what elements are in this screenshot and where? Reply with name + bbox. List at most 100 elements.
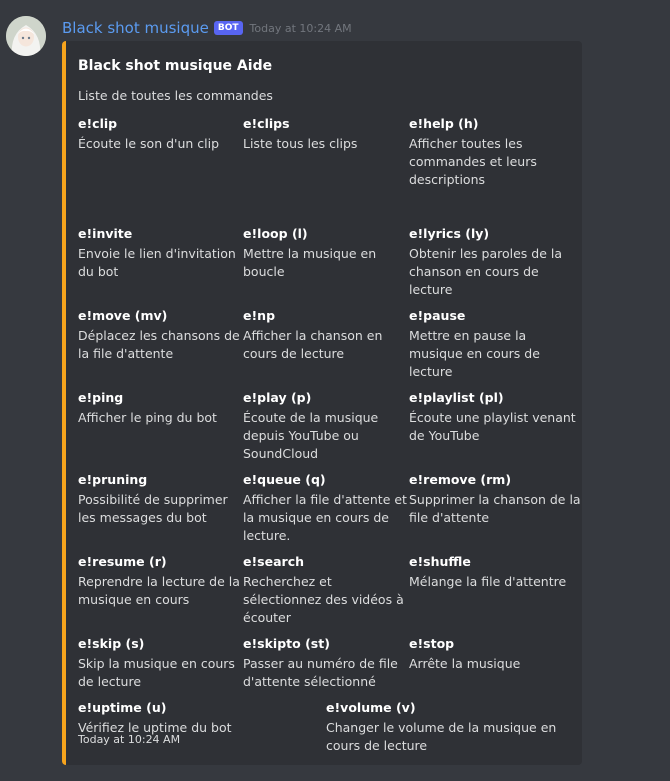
- command-name: e!skip (s): [78, 636, 145, 651]
- command-description: Possibilité de supprimer les messages du …: [78, 491, 236, 527]
- embed-footer-timestamp: Today at 10:24 AM: [78, 733, 181, 746]
- command-description-line: depuis YouTube ou: [243, 428, 359, 443]
- command-field: e!play (p) Écoute de la musique depuis You…: [243, 389, 401, 463]
- command-description: Recherchez et sélectionnez des vidéos à éc…: [243, 573, 404, 627]
- command-description-line: Recherchez et: [243, 574, 332, 589]
- command-description: Afficher la file d'attente et la musique …: [243, 491, 407, 545]
- command-description-line: Mettre en pause la: [409, 328, 527, 343]
- command-field: e!invite Envoie le lien d'invitation du bo…: [78, 225, 236, 281]
- command-name: e!np: [243, 308, 276, 323]
- command-description-line: Écoute le son d'un clip: [78, 136, 220, 151]
- command-name: e!invite: [78, 226, 133, 241]
- command-description-line: lecture.: [243, 528, 291, 543]
- command-description-line: les messages du bot: [78, 510, 207, 525]
- command-description-line: Envoie le lien d'invitation: [78, 246, 236, 261]
- command-description-line: Changer le volume de la musique en: [326, 720, 557, 735]
- username[interactable]: Black shot musique: [62, 19, 209, 37]
- command-field: e!skip (s) Skip la musique en cours de lec…: [78, 635, 236, 691]
- command-description: Afficher la chanson en cours de lecture: [243, 327, 401, 363]
- command-description-line: Passer au numéro de file: [243, 656, 398, 671]
- command-name: e!resume (r): [78, 554, 167, 569]
- command-field: e!move (mv) Déplacez les chansons de la fi…: [78, 307, 240, 363]
- command-description-line: file d'attente: [409, 510, 490, 525]
- command-description-line: Supprimer la chanson de la: [409, 492, 581, 507]
- command-name: e!loop (l): [243, 226, 308, 241]
- command-field: e!resume (r) Reprendre la lecture de la mu…: [78, 553, 240, 609]
- command-description: Mélange la file d'attentre: [409, 573, 567, 591]
- help-embed: Black shot musique Aide Liste de toutes …: [62, 41, 582, 765]
- avatar-image: [6, 16, 46, 56]
- command-description: Afficher le ping du bot: [78, 409, 236, 427]
- command-description-line: musique en cours de: [409, 346, 540, 361]
- command-description: Mettre la musique en boucle: [243, 245, 401, 281]
- command-name: e!skipto (st): [243, 636, 330, 651]
- command-description-line: descriptions: [409, 172, 486, 187]
- command-description-line: Arrête la musique: [409, 656, 521, 671]
- message-timestamp: Today at 10:24 AM: [249, 21, 352, 35]
- command-description-line: d'attente sélectionné: [243, 674, 376, 689]
- command-name: e!clip: [78, 116, 118, 131]
- command-description: Envoie le lien d'invitation du bot: [78, 245, 236, 281]
- command-description-line: la musique en cours de: [243, 510, 389, 525]
- command-description-line: lecture: [409, 282, 453, 297]
- command-field: e!playlist (pl) Écoute une playlist venan…: [409, 389, 576, 445]
- command-name: e!help (h): [409, 116, 479, 131]
- command-description: Changer le volume de la musique en cours …: [326, 719, 566, 755]
- command-field: e!skipto (st) Passer au numéro de file d'a…: [243, 635, 401, 691]
- command-description-line: musique en cours: [78, 592, 190, 607]
- command-name: e!pause: [409, 308, 466, 323]
- command-field: e!stop Arrête la musique: [409, 635, 567, 673]
- command-description-line: Déplacez les chansons de: [78, 328, 240, 343]
- message-header: Black shot musique BOT Today at 10:24 AM: [62, 17, 352, 39]
- command-description-line: cours de lecture: [326, 738, 428, 753]
- command-field: e!pruning Possibilité de supprimer les mes…: [78, 471, 236, 527]
- command-description-line: la file d'attente: [78, 346, 174, 361]
- command-description-line: écouter: [243, 610, 291, 625]
- command-description: Écoute de la musique depuis YouTube ou Sou…: [243, 409, 401, 463]
- command-field: e!np Afficher la chanson en cours de lectu…: [243, 307, 401, 363]
- command-description-line: commandes et leurs: [409, 154, 537, 169]
- command-description-line: lecture: [409, 364, 453, 379]
- command-name: e!stop: [409, 636, 455, 651]
- command-description-line: Liste tous les clips: [243, 136, 358, 151]
- command-description: Supprimer la chanson de la file d'attente: [409, 491, 581, 527]
- command-description-line: Mélange la file d'attentre: [409, 574, 567, 589]
- command-description-line: Skip la musique en cours: [78, 656, 235, 671]
- command-description-line: Afficher la file d'attente et: [243, 492, 407, 507]
- command-field: e!clip Écoute le son d'un clip: [78, 115, 236, 153]
- command-description-line: Écoute une playlist venant: [409, 410, 576, 425]
- command-description-line: boucle: [243, 264, 285, 279]
- command-description-line: chanson en cours de: [409, 264, 539, 279]
- command-field: e!shuffle Mélange la file d'attentre: [409, 553, 567, 591]
- command-name: e!shuffle: [409, 554, 471, 569]
- command-description: Afficher toutes les commandes et leurs des…: [409, 135, 567, 189]
- command-field: e!lyrics (ly) Obtenir les paroles de la ch…: [409, 225, 567, 299]
- command-name: e!playlist (pl): [409, 390, 504, 405]
- command-field: e!loop (l) Mettre la musique en boucle: [243, 225, 401, 281]
- command-description-line: cours de lecture: [243, 346, 345, 361]
- embed-title: Black shot musique Aide: [78, 58, 273, 74]
- command-field: e!queue (q) Afficher la file d'attente et…: [243, 471, 407, 545]
- command-description: Écoute une playlist venant de YouTube: [409, 409, 576, 445]
- avatar[interactable]: [6, 16, 46, 56]
- command-name: e!uptime (u): [78, 700, 167, 715]
- command-name: e!volume (v): [326, 700, 416, 715]
- command-description: Reprendre la lecture de la musique en cou…: [78, 573, 240, 609]
- command-name: e!ping: [78, 390, 124, 405]
- command-description-line: Mettre la musique en: [243, 246, 377, 261]
- command-description-line: sélectionnez des vidéos à: [243, 592, 404, 607]
- command-description-line: Obtenir les paroles de la: [409, 246, 563, 261]
- command-name: e!move (mv): [78, 308, 168, 323]
- command-description-line: Reprendre la lecture de la: [78, 574, 240, 589]
- command-field: e!volume (v) Changer le volume de la musi…: [326, 699, 566, 755]
- command-name: e!clips: [243, 116, 290, 131]
- command-description: Arrête la musique: [409, 655, 567, 673]
- embed-description: Liste de toutes les commandes: [78, 88, 273, 103]
- command-field: e!uptime (u) Vérifiez le uptime du bot: [78, 699, 318, 737]
- bot-badge: BOT: [213, 21, 243, 35]
- command-description-line: SoundCloud: [243, 446, 319, 461]
- command-name: e!remove (rm): [409, 472, 512, 487]
- command-description: Liste tous les clips: [243, 135, 401, 153]
- command-field: e!ping Afficher le ping du bot: [78, 389, 236, 427]
- command-description-line: Possibilité de supprimer: [78, 492, 228, 507]
